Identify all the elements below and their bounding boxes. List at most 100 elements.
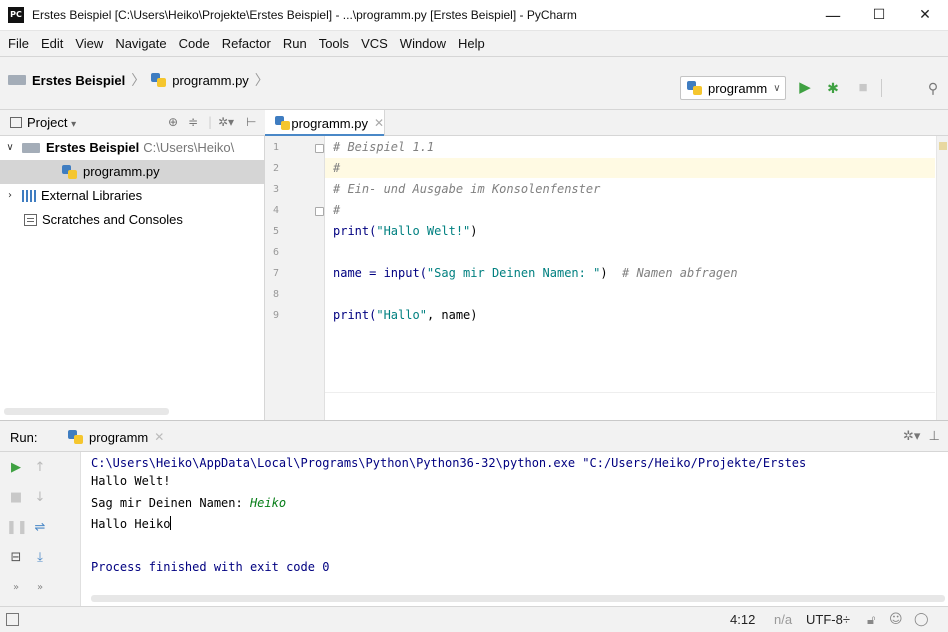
- more-tools-icon[interactable]: »: [30, 578, 50, 598]
- close-button[interactable]: ✕: [902, 0, 948, 31]
- menu-refactor[interactable]: Refactor: [216, 31, 277, 57]
- tab-label: programm.py: [291, 115, 368, 131]
- file-encoding[interactable]: UTF-8÷: [806, 612, 850, 627]
- tree-item-label: programm.py: [83, 164, 160, 179]
- gear-icon[interactable]: ✲▾: [903, 429, 920, 444]
- collapse-all-icon[interactable]: ≑: [188, 115, 198, 129]
- tree-item-label: Scratches and Consoles: [42, 212, 183, 227]
- folder-icon: [8, 75, 26, 85]
- python-file-icon: [275, 116, 291, 130]
- run-panel-header: Run: programm ✕ ✲▾ ⊥: [0, 420, 948, 452]
- menu-view[interactable]: View: [69, 31, 109, 57]
- soft-wrap-icon[interactable]: ⇌: [30, 518, 50, 538]
- code-line-9: print("Hallo", name): [333, 308, 478, 322]
- dump-threads-icon[interactable]: ⊟: [6, 548, 26, 568]
- console-line: Sag mir Deinen Namen: Heiko: [91, 496, 287, 510]
- title-bar: PC Erstes Beispiel [C:\Users\Heiko\Proje…: [0, 0, 948, 31]
- line-number: 3: [273, 184, 280, 195]
- menu-edit[interactable]: Edit: [35, 31, 69, 57]
- scratches-icon: [24, 214, 37, 226]
- tree-item-path: C:\Users\Heiko\: [143, 140, 235, 155]
- code-line-4: #: [333, 203, 341, 217]
- menu-window[interactable]: Window: [394, 31, 452, 57]
- console-output[interactable]: C:\Users\Heiko\AppData\Local\Programs\Py…: [80, 452, 948, 606]
- python-file-icon: [687, 81, 703, 95]
- debug-bug-icon[interactable]: ✱: [824, 79, 842, 97]
- line-number: 6: [273, 247, 280, 258]
- breadcrumb-project[interactable]: Erstes Beispiel: [32, 73, 125, 88]
- run-panel-settings[interactable]: ✲▾ ⊥: [903, 429, 940, 444]
- gear-icon[interactable]: ✲▾: [218, 115, 234, 129]
- maximize-button[interactable]: ☐: [856, 0, 902, 31]
- chevron-down-icon[interactable]: ∨: [4, 136, 16, 160]
- minimize-button[interactable]: —: [810, 0, 856, 31]
- breadcrumb-file[interactable]: programm.py: [172, 73, 249, 88]
- inspector-icon[interactable]: ☺: [889, 612, 903, 627]
- toggle-tool-windows-icon[interactable]: [6, 613, 19, 626]
- project-panel-label: Project: [27, 115, 68, 130]
- close-tab-icon[interactable]: ✕: [374, 116, 384, 130]
- window-title: Erstes Beispiel [C:\Users\Heiko\Projekte…: [32, 8, 577, 22]
- horizontal-scrollbar[interactable]: [4, 408, 169, 415]
- inspection-marker[interactable]: [939, 142, 947, 150]
- menu-code[interactable]: Code: [173, 31, 216, 57]
- tree-item-programm-py[interactable]: programm.py: [0, 160, 265, 184]
- console-line: Hallo Welt!: [91, 474, 171, 488]
- tree-item-external-libraries[interactable]: › External Libraries: [0, 184, 265, 208]
- locate-target-icon[interactable]: ⊕: [168, 115, 178, 129]
- line-number: 9: [273, 310, 280, 321]
- code-line-3: # Ein- und Ausgabe im Konsolenfenster: [333, 182, 601, 196]
- project-panel-header: Project ▾ ⊕ ≑ | ✲▾ ⊢: [0, 109, 265, 136]
- close-tab-icon[interactable]: ✕: [154, 430, 164, 444]
- tab-programm-py[interactable]: programm.py ✕: [265, 110, 385, 137]
- down-arrow-icon[interactable]: ↓: [30, 488, 50, 508]
- minimize-panel-icon[interactable]: ⊥: [929, 429, 940, 444]
- search-icon[interactable]: ⚲: [924, 79, 942, 97]
- tree-item-scratches[interactable]: Scratches and Consoles: [0, 208, 265, 232]
- line-number: 8: [273, 289, 280, 300]
- error-stripe[interactable]: [936, 136, 948, 420]
- project-view-selector[interactable]: Project ▾: [10, 115, 76, 130]
- menu-bar: File Edit View Navigate Code Refactor Ru…: [0, 31, 948, 57]
- run-configuration-select[interactable]: programm ∨: [680, 76, 786, 100]
- event-log-icon[interactable]: ◯: [914, 612, 929, 627]
- code-editor[interactable]: 1 2 3 4 5 6 7 8 9 # Beispiel 1.1 # # Ein…: [265, 136, 948, 420]
- tree-item-label: Erstes Beispiel: [46, 140, 140, 155]
- run-configuration-label: programm: [708, 80, 768, 96]
- run-tab-label: programm: [89, 429, 149, 445]
- rerun-icon[interactable]: ▶: [6, 458, 26, 478]
- more-tools-icon[interactable]: »: [6, 578, 26, 598]
- up-arrow-icon[interactable]: ↑: [30, 458, 50, 478]
- caret-position[interactable]: 4:12: [730, 612, 755, 627]
- hide-panel-icon[interactable]: ⊢: [246, 115, 256, 129]
- menu-file[interactable]: File: [2, 31, 35, 57]
- scroll-to-end-icon[interactable]: ⤓: [30, 548, 50, 568]
- current-line-highlight: [325, 158, 935, 178]
- chevron-right-icon[interactable]: ›: [4, 184, 16, 208]
- tree-item-project-root[interactable]: ∨ Erstes Beispiel C:\Users\Heiko\: [0, 136, 265, 160]
- menu-vcs[interactable]: VCS: [355, 31, 394, 57]
- line-separator[interactable]: n/a: [774, 612, 792, 627]
- fold-marker-icon[interactable]: [315, 207, 324, 216]
- stop-icon[interactable]: ■: [854, 79, 872, 97]
- chevron-right-icon: 〉: [254, 72, 269, 88]
- code-line-1: # Beispiel 1.1: [333, 140, 435, 154]
- editor-divider: [325, 392, 935, 393]
- project-tree: ∨ Erstes Beispiel C:\Users\Heiko\ progra…: [0, 136, 265, 420]
- fold-marker-icon[interactable]: [315, 144, 324, 153]
- menu-help[interactable]: Help: [452, 31, 491, 57]
- line-number: 5: [273, 226, 280, 237]
- run-icon[interactable]: ▶: [796, 79, 814, 97]
- menu-run[interactable]: Run: [277, 31, 313, 57]
- menu-navigate[interactable]: Navigate: [109, 31, 172, 57]
- menu-tools[interactable]: Tools: [313, 31, 355, 57]
- horizontal-scrollbar[interactable]: [91, 595, 945, 602]
- editor-tab-bar: programm.py ✕: [265, 109, 948, 137]
- console-line: Hallo Heiko: [91, 516, 172, 531]
- pause-icon[interactable]: ❚❚: [6, 518, 28, 538]
- pycharm-logo-icon: PC: [8, 7, 24, 23]
- run-tab-programm[interactable]: programm ✕: [62, 425, 170, 449]
- status-bar: 4:12 n/a UTF-8÷ 🔓︎ ☺ ◯: [0, 606, 948, 632]
- lock-icon[interactable]: 🔓︎: [867, 612, 875, 628]
- stop-icon[interactable]: ■: [6, 488, 26, 508]
